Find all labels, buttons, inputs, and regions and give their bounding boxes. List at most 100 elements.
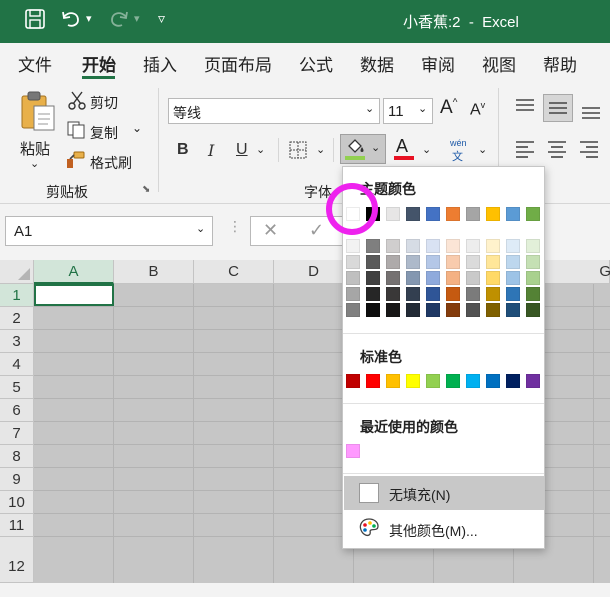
theme-color-swatch[interactable] bbox=[466, 303, 480, 317]
theme-color-swatch[interactable] bbox=[526, 255, 540, 269]
theme-color-swatch[interactable] bbox=[366, 255, 380, 269]
standard-color-swatch[interactable] bbox=[386, 374, 400, 388]
row-header-7[interactable]: 7 bbox=[0, 422, 34, 445]
align-bottom-icon[interactable] bbox=[580, 102, 602, 120]
theme-color-swatch[interactable] bbox=[426, 271, 440, 285]
standard-color-swatch[interactable] bbox=[426, 374, 440, 388]
tab-home[interactable]: 开始 bbox=[82, 51, 116, 76]
theme-color-swatch[interactable] bbox=[486, 303, 500, 317]
theme-color-swatch[interactable] bbox=[446, 255, 460, 269]
standard-color-swatch[interactable] bbox=[506, 374, 520, 388]
grow-font-button[interactable]: A^ bbox=[440, 97, 457, 119]
tab-data[interactable]: 数据 bbox=[360, 51, 394, 76]
theme-color-swatch[interactable] bbox=[386, 287, 400, 301]
row-header-4[interactable]: 4 bbox=[0, 353, 34, 376]
theme-color-swatch[interactable] bbox=[506, 303, 520, 317]
theme-color-swatch[interactable] bbox=[406, 255, 420, 269]
font-size-combo[interactable]: 11 ⌄ bbox=[383, 98, 433, 124]
theme-color-swatch[interactable] bbox=[346, 239, 360, 253]
theme-color-swatch[interactable] bbox=[486, 207, 500, 221]
font-size-dropdown-icon[interactable]: ⌄ bbox=[418, 102, 427, 115]
borders-icon[interactable] bbox=[288, 140, 308, 160]
row-header-5[interactable]: 5 bbox=[0, 376, 34, 399]
align-middle-button[interactable] bbox=[543, 94, 573, 122]
theme-color-swatch[interactable] bbox=[346, 303, 360, 317]
enter-icon[interactable]: ✓ bbox=[309, 220, 324, 241]
theme-color-swatch[interactable] bbox=[426, 207, 440, 221]
row-header-2[interactable]: 2 bbox=[0, 307, 34, 330]
row-header-10[interactable]: 10 bbox=[0, 491, 34, 514]
theme-color-swatch[interactable] bbox=[406, 207, 420, 221]
theme-color-swatch[interactable] bbox=[466, 287, 480, 301]
theme-color-swatch[interactable] bbox=[386, 207, 400, 221]
theme-color-swatch[interactable] bbox=[406, 271, 420, 285]
format-painter-button[interactable]: 格式刷 bbox=[66, 150, 146, 172]
row-header-1[interactable]: 1 bbox=[0, 284, 34, 307]
theme-color-swatch[interactable] bbox=[526, 207, 540, 221]
theme-color-swatch[interactable] bbox=[486, 239, 500, 253]
formula-bar-splitter-icon[interactable]: ⋮ bbox=[228, 218, 242, 235]
tab-file[interactable]: 文件 bbox=[18, 51, 52, 76]
theme-color-swatch[interactable] bbox=[346, 255, 360, 269]
theme-color-swatch[interactable] bbox=[446, 207, 460, 221]
theme-color-swatch[interactable] bbox=[466, 271, 480, 285]
theme-color-swatch[interactable] bbox=[386, 239, 400, 253]
tab-page-layout[interactable]: 页面布局 bbox=[204, 51, 272, 76]
theme-color-swatch[interactable] bbox=[466, 255, 480, 269]
font-color-dropdown-icon[interactable]: ⌄ bbox=[422, 143, 431, 156]
theme-color-swatch[interactable] bbox=[366, 287, 380, 301]
standard-color-swatch[interactable] bbox=[366, 374, 380, 388]
column-header-c[interactable]: C bbox=[194, 260, 274, 284]
theme-color-swatch[interactable] bbox=[346, 271, 360, 285]
row-header-6[interactable]: 6 bbox=[0, 399, 34, 422]
cancel-icon[interactable]: ✕ bbox=[263, 220, 278, 241]
column-header-a[interactable]: A bbox=[34, 260, 114, 284]
theme-color-swatch[interactable] bbox=[426, 255, 440, 269]
fill-color-button[interactable]: ⌄ bbox=[340, 134, 386, 164]
name-box[interactable]: A1 ⌄ bbox=[5, 216, 213, 246]
font-name-combo[interactable]: 等线 ⌄ bbox=[168, 98, 380, 124]
font-color-button[interactable]: A ⌄ bbox=[392, 136, 432, 164]
theme-color-swatch[interactable] bbox=[446, 271, 460, 285]
underline-button[interactable]: U bbox=[236, 141, 248, 159]
theme-color-swatch[interactable] bbox=[526, 303, 540, 317]
theme-color-swatch[interactable] bbox=[466, 239, 480, 253]
copy-button[interactable]: 复制 ⌄ bbox=[66, 120, 146, 142]
tab-review[interactable]: 审阅 bbox=[421, 51, 455, 76]
standard-color-swatch[interactable] bbox=[486, 374, 500, 388]
redo-icon[interactable] bbox=[108, 8, 130, 35]
paste-button[interactable]: 粘贴 ⌄ bbox=[14, 88, 58, 172]
fill-color-dropdown-icon[interactable]: ⌄ bbox=[371, 141, 380, 154]
align-top-icon[interactable] bbox=[514, 98, 536, 116]
theme-color-swatch[interactable] bbox=[526, 239, 540, 253]
tab-insert[interactable]: 插入 bbox=[143, 51, 177, 76]
theme-color-swatch[interactable] bbox=[406, 303, 420, 317]
theme-color-swatch[interactable] bbox=[506, 255, 520, 269]
save-icon[interactable] bbox=[24, 8, 46, 35]
name-box-dropdown-icon[interactable]: ⌄ bbox=[196, 222, 205, 235]
theme-color-swatch[interactable] bbox=[506, 271, 520, 285]
theme-color-swatch[interactable] bbox=[526, 271, 540, 285]
theme-color-swatch[interactable] bbox=[426, 303, 440, 317]
theme-color-swatch[interactable] bbox=[486, 287, 500, 301]
no-fill-option[interactable]: 无填充(N) bbox=[344, 476, 544, 510]
row-header-3[interactable]: 3 bbox=[0, 330, 34, 353]
underline-dropdown-icon[interactable]: ⌄ bbox=[256, 143, 265, 156]
theme-color-swatch[interactable] bbox=[526, 287, 540, 301]
standard-color-swatch[interactable] bbox=[406, 374, 420, 388]
tab-view[interactable]: 视图 bbox=[482, 51, 516, 76]
align-right-icon[interactable] bbox=[578, 140, 600, 158]
borders-dropdown-icon[interactable]: ⌄ bbox=[316, 143, 325, 156]
standard-color-swatch[interactable] bbox=[466, 374, 480, 388]
theme-color-swatch[interactable] bbox=[406, 287, 420, 301]
theme-color-swatch[interactable] bbox=[506, 287, 520, 301]
theme-color-swatch[interactable] bbox=[446, 303, 460, 317]
row-header-12[interactable]: 12 bbox=[0, 537, 34, 583]
theme-color-swatch[interactable] bbox=[386, 255, 400, 269]
clipboard-dialog-launcher-icon[interactable]: ⬊ bbox=[142, 184, 150, 195]
standard-color-swatch[interactable] bbox=[526, 374, 540, 388]
copy-dropdown-icon[interactable]: ⌄ bbox=[132, 121, 142, 135]
phonetic-dropdown-icon[interactable]: ⌄ bbox=[478, 143, 487, 156]
theme-color-swatch[interactable] bbox=[366, 303, 380, 317]
tab-help[interactable]: 帮助 bbox=[543, 51, 577, 76]
